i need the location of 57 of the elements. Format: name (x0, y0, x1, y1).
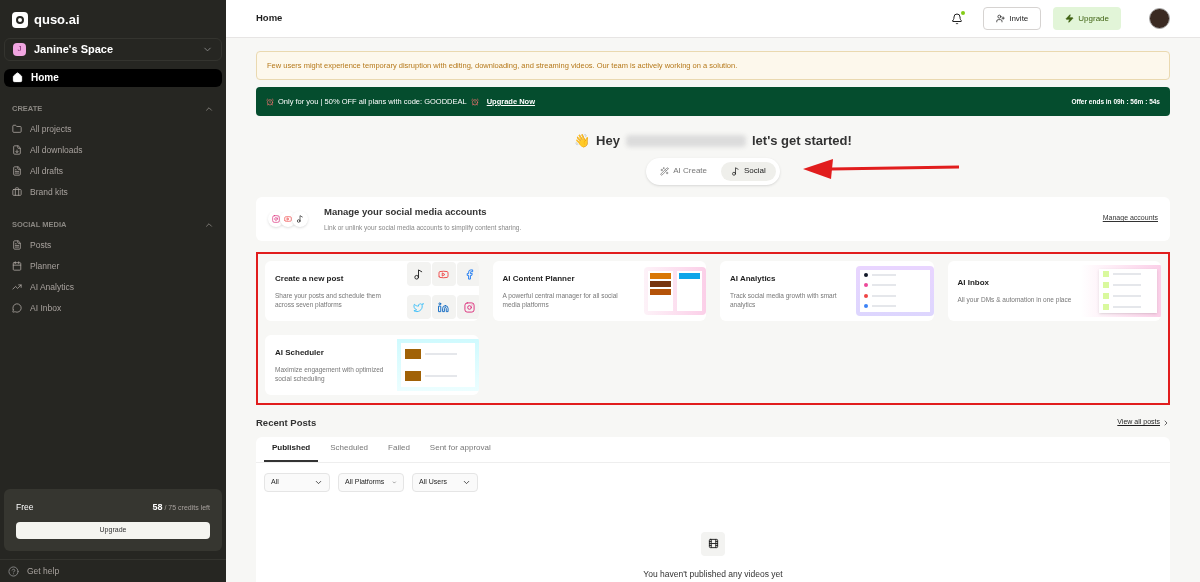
posts-tab[interactable]: Scheduled (322, 436, 377, 462)
empty-state-text: You haven't published any videos yet (643, 567, 783, 581)
upgrade-button[interactable]: Upgrade (1053, 7, 1121, 30)
trend-line-icon (12, 282, 22, 292)
sidebar-item[interactable]: Planner (0, 255, 226, 277)
posts-tab[interactable]: Failed (380, 436, 418, 462)
briefcase-icon (12, 187, 22, 197)
file-icon (12, 166, 22, 176)
greeting-text: let's get started! (751, 132, 852, 150)
posts-tab[interactable]: Sent for approval (421, 436, 499, 462)
sidebar-item[interactable]: Home (4, 68, 222, 87)
sidebar-item[interactable]: All drafts (0, 160, 226, 182)
sidebar-item[interactable]: AI Analytics (0, 276, 226, 298)
folder-icon (12, 124, 22, 134)
invite-button[interactable]: Invite (983, 7, 1042, 30)
file-icon (12, 240, 22, 250)
feature-title: Create a new post (275, 272, 345, 285)
lightning-icon (1065, 14, 1075, 23)
feature-title: AI Scheduler (275, 346, 325, 359)
get-help-link[interactable]: Get help (27, 564, 60, 578)
workspace-switcher[interactable]: J Janine's Space (4, 37, 222, 61)
feature-title: AI Content Planner (502, 272, 576, 285)
greeting-text: Hey (596, 132, 620, 150)
chat-bubble-icon (12, 303, 22, 313)
music-note-icon (731, 166, 740, 176)
file-download-icon (12, 145, 22, 155)
mode-tab[interactable]: Social (721, 161, 776, 181)
home-icon (12, 72, 23, 83)
sidebar-item[interactable]: Brand kits (0, 181, 226, 203)
posts-tab[interactable]: Published (264, 436, 319, 462)
plan-name: Free (16, 500, 34, 514)
mode-tab[interactable]: AI Create (650, 161, 717, 181)
section-title: Recent Posts (256, 415, 317, 430)
sidebar-item[interactable]: All projects (0, 118, 226, 140)
sidebar-item[interactable]: AI Inbox (0, 297, 226, 319)
chevron-right-icon (1162, 418, 1170, 427)
bell-icon[interactable] (951, 12, 964, 25)
calendar-icon (12, 261, 22, 271)
sidebar-item[interactable]: Posts (0, 234, 226, 256)
accounts-title: Manage your social media accounts (324, 204, 488, 219)
feature-title: AI Analytics (730, 272, 777, 285)
sidebar-item[interactable]: All downloads (0, 139, 226, 161)
magic-wand-icon (660, 166, 670, 176)
social-logos-icon (268, 210, 308, 227)
logo-icon (12, 11, 28, 28)
user-plus-icon (996, 14, 1006, 23)
feature-title: AI Inbox (957, 277, 991, 289)
video-icon (701, 531, 725, 556)
help-icon (8, 565, 19, 577)
planner-preview-drawing (644, 266, 706, 315)
avatar[interactable] (1149, 8, 1170, 29)
alarm-clock-icon (266, 97, 274, 106)
alarm-clock-icon (470, 97, 479, 106)
logo-text: quso.ai (34, 11, 80, 29)
page-title: Home (256, 11, 284, 26)
workspace-avatar: J (13, 42, 26, 56)
waving-hand-emoji: 👋 (574, 132, 591, 150)
